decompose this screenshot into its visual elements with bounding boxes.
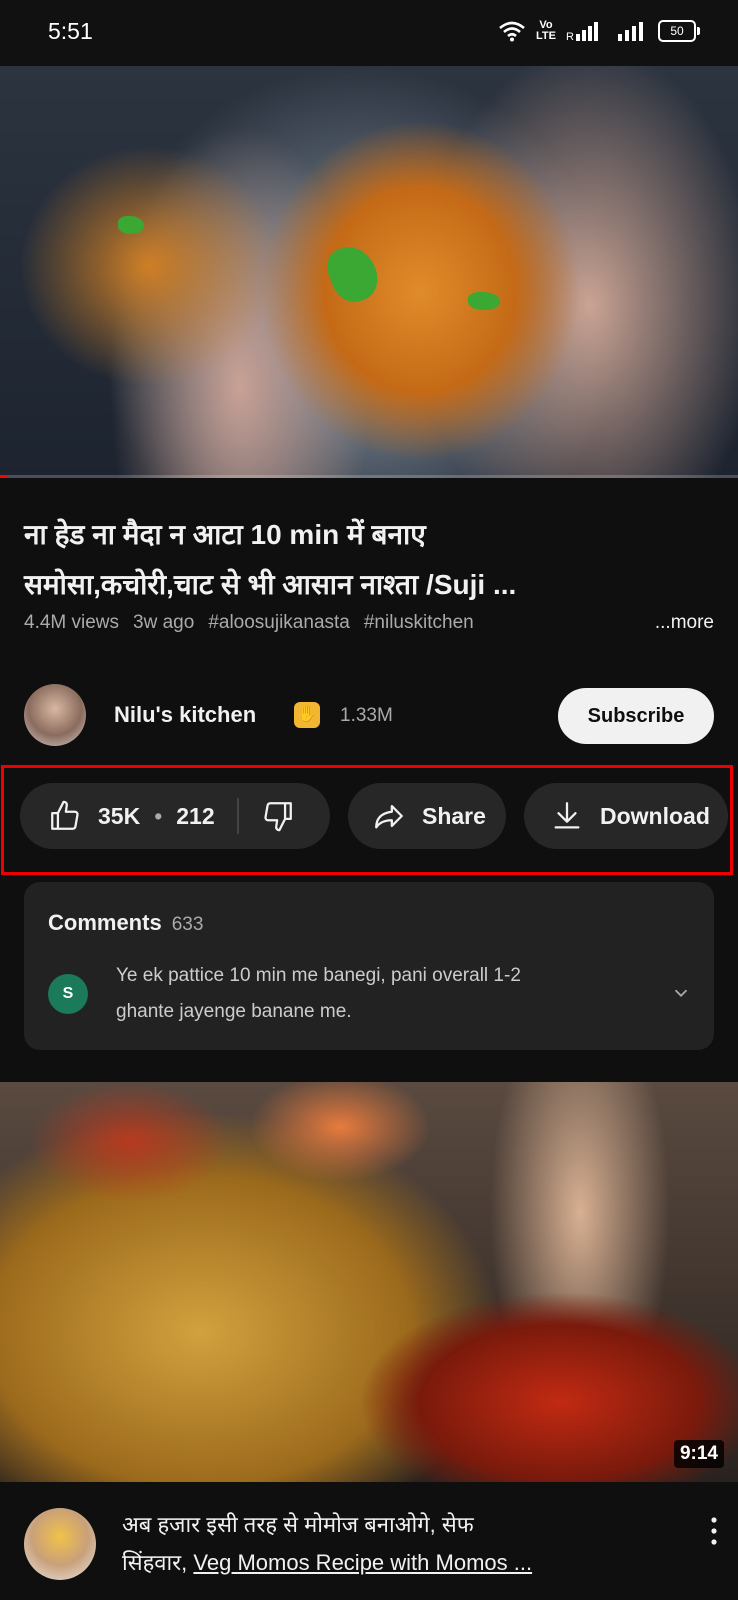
more-link[interactable]: ...more <box>655 612 714 634</box>
next-video-title[interactable]: अब हजार इसी तरह से मोमोज बनाओगे, सेफ सिं… <box>122 1506 682 1582</box>
garnish-decoration <box>118 216 144 234</box>
like-count[interactable]: 35K <box>98 803 140 830</box>
thumbs-up-icon[interactable] <box>48 799 82 833</box>
share-label: Share <box>422 802 486 829</box>
video-title[interactable]: ना हेड ना मैदा न आटा 10 min में बनाए समो… <box>24 510 714 610</box>
battery-icon: 50 <box>658 20 700 42</box>
chevron-down-icon[interactable] <box>670 982 692 1004</box>
status-time: 5:51 <box>48 18 93 44</box>
video-progress-bar[interactable] <box>0 475 738 478</box>
channel-name[interactable]: Nilu's kitchen <box>114 702 256 728</box>
video-title-line2: समोसा,कचोरी,चाट से भी आसान नाश्ता /Suji … <box>24 569 517 600</box>
subscriber-count: 1.33M <box>340 705 393 726</box>
garnish-decoration <box>468 292 500 310</box>
view-count: 4.4M views <box>24 612 120 633</box>
download-label: Download <box>600 802 710 829</box>
action-row: 35K • 212 Share Download <box>20 783 728 849</box>
roaming-indicator: R <box>566 31 574 42</box>
share-button[interactable]: Share <box>348 783 506 849</box>
comments-header: Comments 633 <box>48 910 203 936</box>
comments-card[interactable]: Comments 633 S Ye ek pattice 10 min me ba… <box>24 882 714 1050</box>
video-player[interactable] <box>0 66 738 478</box>
hashtag[interactable]: #aloosujikanasta <box>208 612 350 634</box>
divider <box>236 798 239 834</box>
signal-icon <box>618 22 643 41</box>
dislike-count: 212 <box>176 802 215 829</box>
top-comment-line2: ghante jayenge banane me. <box>116 1001 352 1022</box>
status-bar: 5:51 Vo LTE R 50 <box>0 0 738 66</box>
signal-icon: R <box>566 22 598 42</box>
next-title-line2: सिंहवार, Veg Momos Recipe with Momos ... <box>122 1544 682 1582</box>
share-icon <box>375 804 403 829</box>
comments-count: 633 <box>171 914 204 935</box>
top-comment: Ye ek pattice 10 min me banegi, pani ove… <box>116 958 656 1030</box>
thumbs-down-icon[interactable] <box>261 799 295 833</box>
comments-title: Comments <box>48 910 162 935</box>
upload-age: 3w ago <box>133 612 195 633</box>
subscribe-button[interactable]: Subscribe <box>558 688 714 744</box>
clap-icon: ✋ <box>294 702 320 728</box>
battery-level: 50 <box>658 20 696 42</box>
next-title-link[interactable]: Veg Momos Recipe with Momos ... <box>193 1550 532 1575</box>
next-video-thumbnail[interactable]: 9:14 <box>0 1082 738 1482</box>
download-icon <box>554 802 580 829</box>
commenter-avatar: S <box>48 974 88 1014</box>
top-comment-line1: Ye ek pattice 10 min me banegi, pani ove… <box>116 965 521 986</box>
separator-dot: • <box>154 802 163 829</box>
next-title-line1: अब हजार इसी तरह से मोमोज बनाओगे, सेफ <box>122 1512 474 1537</box>
video-title-line1: ना हेड ना मैदा न आटा 10 min में बनाए <box>24 519 426 550</box>
next-video-row: अब हजार इसी तरह से मोमोज बनाओगे, सेफ सिं… <box>0 1496 738 1600</box>
status-icons: Vo LTE R 50 <box>498 20 700 42</box>
like-dislike-pill: 35K • 212 <box>20 783 330 849</box>
channel-row: Nilu's kitchen ✋ 1.33M Subscribe <box>24 680 714 750</box>
download-button[interactable]: Download <box>524 783 728 849</box>
wifi-icon <box>499 21 525 42</box>
channel-avatar[interactable] <box>24 684 86 746</box>
kebab-menu-icon[interactable] <box>710 1516 718 1546</box>
duration-badge: 9:14 <box>673 1440 724 1468</box>
next-channel-avatar[interactable] <box>24 1508 96 1580</box>
volte-indicator: Vo LTE <box>536 19 556 42</box>
video-meta[interactable]: 4.4M views 3w ago #aloosujikanasta #nilu… <box>24 612 714 634</box>
hashtag[interactable]: #niluskitchen <box>364 612 474 634</box>
video-progress-fill <box>0 475 8 478</box>
next-title-prefix: सिंहवार, <box>122 1550 194 1575</box>
garnish-decoration <box>321 239 385 309</box>
